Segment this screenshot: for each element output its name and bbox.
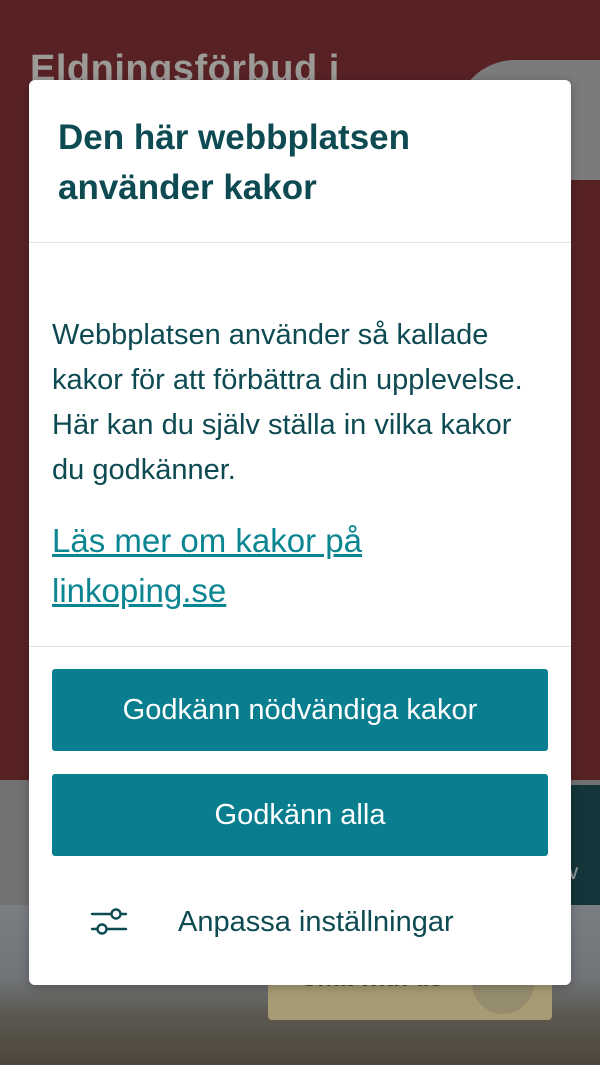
accept-necessary-cookies-button[interactable]: Godkänn nödvändiga kakor (52, 669, 548, 751)
page: Eldningsförbud i ∨ Chat with us Den här … (0, 0, 600, 1065)
customize-settings-button[interactable]: Anpassa inställningar (89, 892, 519, 952)
accept-all-cookies-button[interactable]: Godkänn alla (52, 774, 548, 856)
read-more-cookies-link[interactable]: Läs mer om kakor på linkoping.se (52, 516, 532, 616)
customize-settings-label: Anpassa inställningar (178, 905, 454, 938)
cookie-dialog: Den här webbplatsen använder kakor Webbp… (29, 80, 571, 985)
dialog-header: Den här webbplatsen använder kakor (29, 80, 571, 243)
dialog-description: Webbplatsen använder så kallade kakor fö… (52, 319, 523, 486)
dialog-body: Webbplatsen använder så kallade kakor fö… (29, 243, 571, 647)
dialog-title: Den här webbplatsen använder kakor (58, 118, 411, 207)
sliders-icon (90, 908, 128, 935)
